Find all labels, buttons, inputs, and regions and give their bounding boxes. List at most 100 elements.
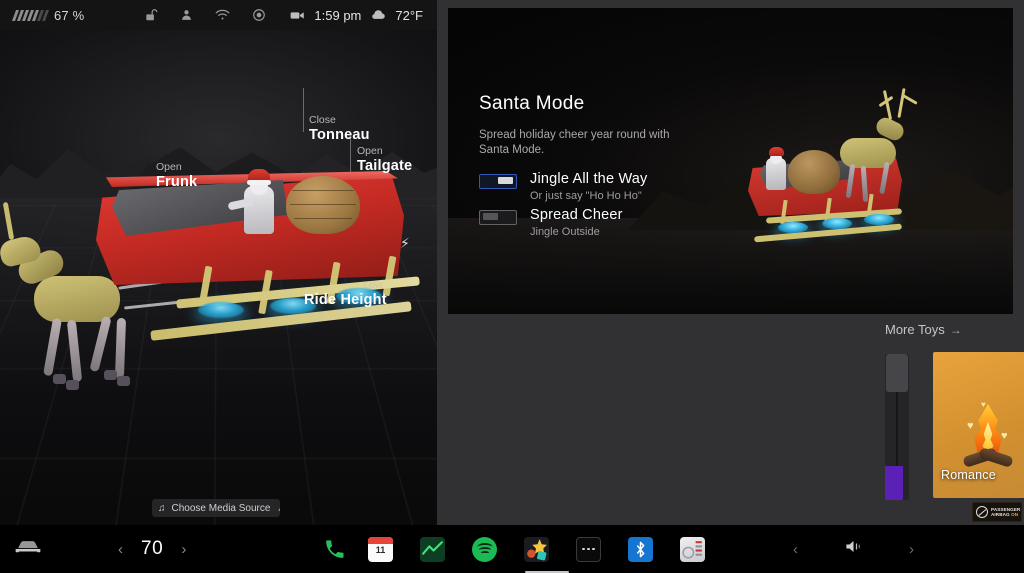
reindeer-hoof bbox=[66, 380, 79, 390]
cabin-temperature-value[interactable]: 70 bbox=[141, 538, 163, 560]
jingle-all-the-way-row[interactable]: Jingle All the Way Or just say "Ho Ho Ho… bbox=[479, 171, 648, 204]
chevron-right-icon[interactable]: › bbox=[181, 541, 186, 558]
bottom-taskbar: ‹ 70 › 11 ‹ › bbox=[0, 525, 1024, 573]
tailgate-action-label: Open bbox=[357, 145, 383, 157]
lightning-bolt-icon: ⚡ bbox=[400, 235, 410, 251]
tonneau-control[interactable]: Close Tonneau bbox=[309, 114, 370, 144]
phone-button[interactable] bbox=[324, 525, 345, 573]
ride-height-value: Low bbox=[363, 279, 383, 291]
car-icon[interactable] bbox=[14, 538, 42, 560]
sack-seam bbox=[290, 204, 356, 205]
santa-mode-description: Spread holiday cheer year round with San… bbox=[479, 129, 670, 156]
sack-seam bbox=[294, 218, 352, 219]
more-dots-icon[interactable] bbox=[576, 536, 601, 562]
chevron-left-icon[interactable]: ‹ bbox=[793, 541, 798, 558]
sack-seam bbox=[292, 190, 354, 191]
airbag-off-symbol-icon bbox=[976, 506, 988, 518]
frunk-control[interactable]: Open Frunk bbox=[156, 161, 197, 191]
tailgate-label: Tailgate bbox=[357, 158, 413, 174]
airbag-state: ON bbox=[1011, 512, 1019, 517]
toybox-panel: Santa Mode Spread holiday cheer year rou… bbox=[437, 0, 1024, 525]
music-note-icon: ♫ bbox=[158, 502, 166, 514]
spread-cheer-row[interactable]: Spread Cheer Jingle Outside bbox=[479, 207, 623, 240]
stocks-icon[interactable] bbox=[420, 536, 445, 562]
person-icon[interactable] bbox=[180, 8, 193, 22]
reindeer-hoof bbox=[53, 374, 66, 384]
vehicle-3d-view[interactable]: ⚡ Open Frunk Close Tonneau Open Tailgate… bbox=[0, 30, 437, 525]
ride-height-label: Ride Height bbox=[304, 292, 387, 308]
video-camera-icon[interactable] bbox=[290, 10, 305, 21]
choose-media-source-button[interactable]: ♫ Choose Media Source ▲ bbox=[152, 499, 280, 517]
thruster-icon bbox=[198, 302, 244, 318]
battery-indicator[interactable]: 67 % bbox=[11, 7, 85, 23]
brightness-slider[interactable] bbox=[885, 354, 909, 500]
tuner-icon[interactable] bbox=[680, 536, 705, 562]
tesla-touchscreen: 67 % 1:59 pm 72°F ⚡ Open Frunk Close Ton… bbox=[0, 0, 1024, 573]
outside-temperature: 72°F bbox=[395, 7, 423, 23]
hero-gift-sack bbox=[788, 150, 840, 194]
temperature-control: ‹ 70 › bbox=[118, 525, 186, 573]
calendar-icon[interactable]: 11 bbox=[368, 536, 393, 562]
calendar-day: 11 bbox=[375, 544, 386, 555]
clock[interactable]: 1:59 pm bbox=[314, 8, 361, 23]
more-toys-link[interactable]: More Toys → bbox=[885, 322, 962, 337]
antler-icon bbox=[882, 90, 893, 120]
thruster-icon bbox=[822, 218, 852, 229]
tailgate-control[interactable]: Open Tailgate bbox=[357, 145, 412, 175]
slider-track bbox=[896, 392, 898, 466]
tailgate-leader-line bbox=[350, 134, 351, 172]
jingle-all-the-way-label: Jingle All the Way bbox=[530, 171, 648, 187]
jingle-all-the-way-sublabel: Or just say "Ho Ho Ho" bbox=[530, 190, 642, 202]
tonneau-leader-line bbox=[303, 88, 304, 132]
toybox-icon[interactable] bbox=[524, 536, 549, 562]
more-toys-label: More Toys bbox=[885, 322, 945, 337]
thruster-icon bbox=[778, 222, 808, 233]
slider-fill bbox=[885, 466, 903, 500]
wifi-icon[interactable] bbox=[215, 9, 230, 21]
antler-icon bbox=[897, 87, 906, 119]
car-controls-group bbox=[0, 525, 42, 573]
frunk-action-label: Open bbox=[156, 161, 182, 173]
arrow-right-icon: → bbox=[949, 322, 962, 337]
chevron-left-icon[interactable]: ‹ bbox=[118, 541, 123, 558]
status-icon-group bbox=[144, 8, 266, 22]
media-source-label: Choose Media Source bbox=[171, 502, 271, 514]
chevron-right-icon[interactable]: › bbox=[909, 541, 914, 558]
spotify-icon[interactable] bbox=[472, 536, 497, 562]
ride-height-control[interactable]: Low Ride Height bbox=[304, 279, 387, 309]
battery-percent: 67 % bbox=[54, 7, 85, 23]
santa-hat-icon bbox=[247, 169, 271, 185]
santa-mode-hero: Santa Mode Spread holiday cheer year rou… bbox=[448, 8, 1013, 314]
reindeer-hoof bbox=[104, 370, 117, 380]
slider-handle[interactable] bbox=[886, 354, 908, 392]
cloud-icon bbox=[370, 9, 386, 21]
lock-icon[interactable] bbox=[144, 8, 158, 22]
tonneau-action-label: Close bbox=[309, 114, 336, 126]
spread-cheer-toggle[interactable] bbox=[479, 210, 517, 225]
chevron-up-icon: ▲ bbox=[276, 503, 280, 513]
app-launcher-row: 11 bbox=[368, 525, 705, 573]
status-right-group: 1:59 pm 72°F bbox=[290, 8, 423, 23]
reindeer-hoof bbox=[117, 376, 130, 386]
toy-card-label: Romance bbox=[941, 468, 996, 482]
gift-sack bbox=[286, 176, 360, 234]
airbag-text: PASSENGER AIRBAG ON bbox=[991, 507, 1020, 518]
antler-icon bbox=[902, 94, 918, 105]
airbag-line2: AIRBAG bbox=[991, 512, 1010, 517]
dashcam-circle-icon[interactable] bbox=[252, 8, 266, 22]
reindeer-body bbox=[34, 276, 120, 322]
campfire-icon: ♥ ♥ ♥ bbox=[962, 400, 1014, 468]
battery-bars-icon bbox=[11, 9, 50, 21]
spread-cheer-label: Spread Cheer bbox=[530, 207, 623, 223]
thruster-icon bbox=[864, 214, 894, 225]
airbag-line1: PASSENGER bbox=[991, 506, 1021, 512]
tonneau-label: Tonneau bbox=[309, 127, 370, 143]
passenger-airbag-indicator: PASSENGER AIRBAG ON bbox=[972, 502, 1022, 522]
status-bar: 67 % 1:59 pm 72°F bbox=[0, 0, 437, 30]
toy-card-romance[interactable]: ♥ ♥ ♥ Romance bbox=[933, 352, 1024, 498]
bluetooth-icon[interactable] bbox=[628, 536, 653, 562]
jingle-all-the-way-toggle[interactable] bbox=[479, 174, 517, 189]
volume-icon[interactable] bbox=[844, 539, 863, 559]
santa-hat-icon bbox=[769, 147, 784, 156]
spread-cheer-sublabel: Jingle Outside bbox=[530, 226, 600, 238]
